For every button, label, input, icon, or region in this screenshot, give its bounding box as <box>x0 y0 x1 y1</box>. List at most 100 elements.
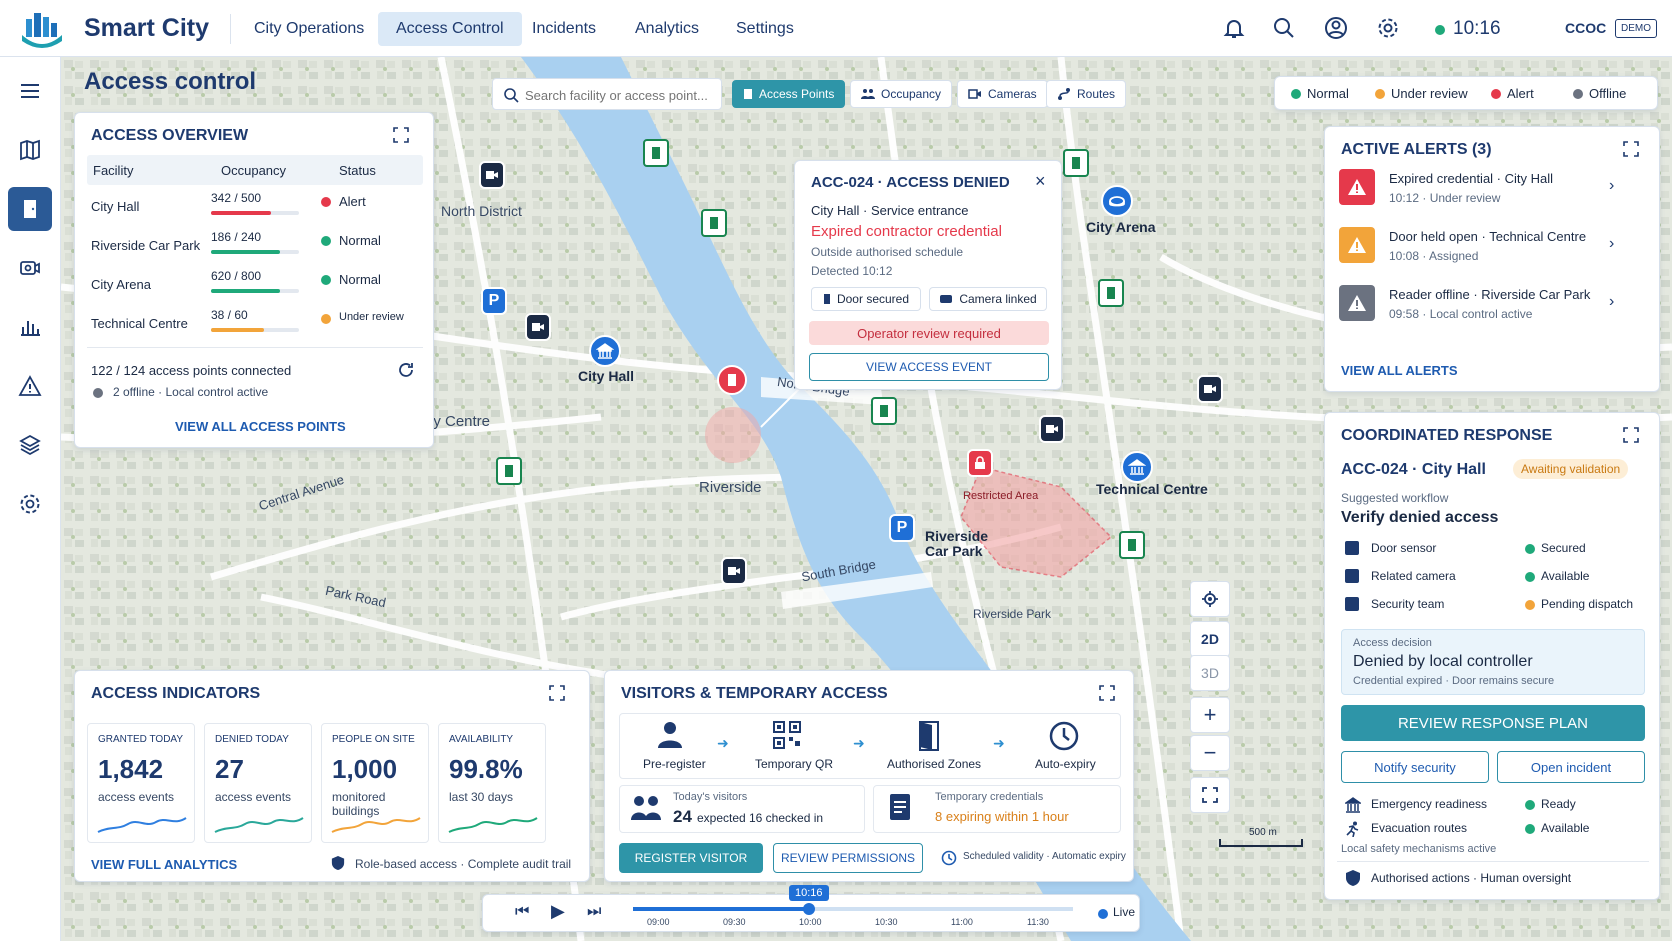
access-point-marker[interactable] <box>496 457 522 485</box>
camera-marker[interactable] <box>479 161 505 189</box>
bell-icon[interactable] <box>1222 16 1246 40</box>
layer-occupancy[interactable]: Occupancy <box>850 80 953 108</box>
alert-row[interactable]: Reader offline · Riverside Car Park 09:58… <box>1339 279 1619 331</box>
open-incident-button[interactable]: Open incident <box>1497 751 1645 783</box>
sidebar-item-cameras[interactable] <box>8 246 52 290</box>
expand-icon[interactable] <box>549 685 565 701</box>
door-icon <box>728 374 736 386</box>
people-icon <box>631 796 661 820</box>
expiring-count: 8 expiring within 1 hour <box>935 809 1069 824</box>
skip-back-button[interactable]: ⏮ <box>515 903 529 921</box>
restricted-area-marker[interactable] <box>967 449 993 477</box>
expand-icon[interactable] <box>1623 427 1639 443</box>
nav-city-operations[interactable]: City Operations <box>236 12 382 46</box>
door-icon <box>1072 157 1080 169</box>
timeline-track[interactable]: 09:00 09:30 10:00 10:30 11:00 11:30 10:16 <box>633 885 1073 927</box>
sidebar-item-settings[interactable] <box>8 482 52 526</box>
sidebar-item-analytics[interactable] <box>8 305 52 349</box>
search-icon[interactable] <box>1272 16 1296 40</box>
locate-button[interactable] <box>1190 581 1230 617</box>
sidebar-item-map[interactable] <box>8 128 52 172</box>
access-point-marker[interactable] <box>701 209 727 237</box>
skip-forward-button[interactable]: ⏭ <box>587 903 601 921</box>
user-icon[interactable] <box>1324 16 1348 40</box>
timeline-handle[interactable] <box>803 903 815 915</box>
hamburger-icon <box>21 84 39 98</box>
sidebar-item-incidents[interactable] <box>8 364 52 408</box>
register-visitor-button[interactable]: REGISTER VISITOR <box>619 843 763 873</box>
technical-centre-marker[interactable] <box>1121 451 1153 483</box>
sidebar-item-access[interactable] <box>8 187 52 231</box>
menu-button[interactable] <box>8 69 52 113</box>
sparkline <box>97 817 187 833</box>
view-3d-button[interactable]: 3D <box>1190 655 1230 691</box>
access-point-alert-marker[interactable] <box>717 365 747 395</box>
play-button[interactable]: ▶ <box>551 901 565 922</box>
view-all-access-points-link[interactable]: VIEW ALL ACCESS POINTS <box>175 419 346 434</box>
nav-incidents[interactable]: Incidents <box>514 12 614 46</box>
temp-credentials-label: Temporary credentials <box>935 791 1044 803</box>
live-label: Live <box>1113 905 1136 919</box>
area-north-district: North District <box>441 203 522 219</box>
camera-icon <box>728 567 740 575</box>
view-all-alerts-link[interactable]: VIEW ALL ALERTS <box>1341 363 1458 378</box>
expand-icon[interactable] <box>1099 685 1115 701</box>
authorised-actions-note: Authorised actions · Human oversight <box>1371 871 1572 885</box>
door-icon <box>652 147 660 159</box>
search-box[interactable] <box>492 78 722 110</box>
timeline-bar: ⏮ ▶ ⏭ 09:00 09:30 10:00 10:30 11:00 11:30 10:1… <box>482 885 1140 932</box>
nav-settings[interactable]: Settings <box>718 12 812 46</box>
decision-label: Access decision <box>1353 637 1432 649</box>
city-hall-marker[interactable] <box>589 335 621 367</box>
access-point-marker[interactable] <box>871 397 897 425</box>
expand-icon[interactable] <box>1623 141 1639 157</box>
view-access-event-button[interactable]: VIEW ACCESS EVENT <box>809 353 1049 381</box>
camera-marker[interactable] <box>721 557 747 585</box>
alert-title: Expired credential · City Hall <box>1389 171 1554 186</box>
nav-access-control[interactable]: Access Control <box>378 12 522 46</box>
person-icon <box>658 722 682 748</box>
layer-label: Occupancy <box>881 87 942 101</box>
running-person-icon <box>1346 821 1359 837</box>
fullscreen-button[interactable] <box>1190 777 1230 813</box>
camera-icon <box>940 295 953 303</box>
step-auto-expiry: Auto-expiry <box>1035 757 1096 771</box>
zoom-in-button[interactable]: + <box>1190 697 1230 733</box>
alert-row[interactable]: Door held open · Technical Centre 10:08 ·… <box>1339 221 1619 273</box>
car-park-marker[interactable]: P <box>889 514 915 542</box>
close-icon[interactable]: × <box>1035 171 1046 192</box>
access-point-marker[interactable] <box>1098 279 1124 307</box>
access-point-marker[interactable] <box>1063 149 1089 177</box>
facility-name: City Arena <box>91 277 151 292</box>
door-icon <box>823 294 830 304</box>
expand-icon[interactable] <box>393 127 409 143</box>
search-input[interactable] <box>525 83 715 107</box>
access-point-marker[interactable] <box>643 139 669 167</box>
kpi-card: DENIED TODAY 27 access events <box>204 723 312 843</box>
notify-security-button[interactable]: Notify security <box>1341 751 1489 783</box>
alert-row[interactable]: Expired credential · City Hall 10:12 · Un… <box>1339 163 1619 215</box>
step-authorised-zones: Authorised Zones <box>887 757 982 771</box>
city-arena-marker[interactable] <box>1101 185 1133 217</box>
check-icon <box>1345 569 1359 583</box>
door-icon <box>1107 287 1115 299</box>
review-response-plan-button[interactable]: REVIEW RESPONSE PLAN <box>1341 705 1645 741</box>
camera-marker[interactable] <box>1197 375 1223 403</box>
refresh-icon[interactable] <box>397 361 415 379</box>
camera-marker[interactable] <box>1039 415 1065 443</box>
nav-analytics[interactable]: Analytics <box>617 12 717 46</box>
clock-icon <box>1049 721 1079 751</box>
view-full-analytics-link[interactable]: VIEW FULL ANALYTICS <box>91 857 237 872</box>
kpi-card: AVAILABILITY 99.8% last 30 days <box>438 723 546 843</box>
layer-routes[interactable]: Routes <box>1046 80 1127 108</box>
view-2d-button[interactable]: 2D <box>1190 621 1230 657</box>
parking-marker[interactable]: P <box>481 287 507 315</box>
layer-cameras[interactable]: Cameras <box>957 80 1048 108</box>
layer-access-points[interactable]: Access Points <box>732 80 846 108</box>
camera-marker[interactable] <box>525 313 551 341</box>
review-permissions-button[interactable]: REVIEW PERMISSIONS <box>773 843 923 873</box>
zoom-out-button[interactable]: − <box>1190 735 1230 771</box>
access-point-marker[interactable] <box>1119 531 1145 559</box>
sidebar-item-layers[interactable] <box>8 423 52 467</box>
gear-icon[interactable] <box>1376 16 1400 40</box>
